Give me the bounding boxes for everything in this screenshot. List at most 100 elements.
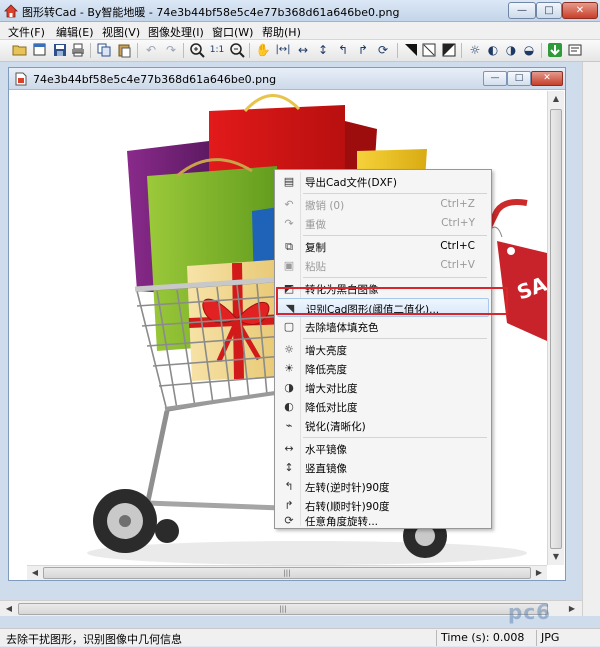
document-title-bar: 74e3b44bf58e5c4e77b368d61a646be0.png — □… <box>9 68 565 90</box>
contrast-up-icon: ◑ <box>284 381 294 394</box>
mirror-vertical-icon: ↕ <box>284 461 294 474</box>
open-folder-icon[interactable] <box>12 42 28 58</box>
copy-icon[interactable] <box>96 42 112 58</box>
menu-bar: 文件(F) 编辑(E) 视图(V) 图像处理(I) 窗口(W) 帮助(H) <box>0 22 600 40</box>
document-title: 74e3b44bf58e5c4e77b368d61a646be0.png <box>33 73 277 86</box>
mirror-horizontal-icon[interactable]: ↔ <box>295 42 311 58</box>
rotate-right-icon: ↱ <box>284 499 294 512</box>
brightness-up-icon[interactable]: ☼ <box>467 42 483 58</box>
contrast-icon[interactable]: ◑ <box>503 42 519 58</box>
menu-image-processing[interactable]: 图像处理(I) <box>148 24 204 40</box>
menu-brightness-down[interactable]: ☀ 降低亮度 <box>277 359 489 378</box>
rotate-left-icon[interactable]: ↰ <box>335 42 351 58</box>
minimize-button[interactable]: — <box>508 2 536 19</box>
scroll-left-arrow-icon[interactable]: ◀ <box>27 566 43 580</box>
menu-undo[interactable]: ↶ 撤销 (0) Ctrl+Z <box>277 195 489 214</box>
workspace-scroll-thumb[interactable]: ||| <box>18 603 548 615</box>
menu-rotate-left[interactable]: ↰ 左转(逆时针)90度 <box>277 477 489 496</box>
workspace-scroll-right-icon[interactable]: ▶ <box>564 602 580 616</box>
workspace-vertical-scrollbar[interactable] <box>582 62 600 616</box>
horizontal-scroll-thumb[interactable]: ||| <box>43 567 531 579</box>
rotate-left-icon: ↰ <box>284 480 294 493</box>
document-maximize-button[interactable]: □ <box>507 71 531 86</box>
black-white-icon[interactable] <box>441 42 457 58</box>
menu-convert-black-white[interactable]: ◩ 转化为黑白图像 <box>277 279 489 298</box>
redo-icon[interactable]: ↷ <box>163 42 179 58</box>
brightness-down-icon[interactable]: ◐ <box>485 42 501 58</box>
scroll-up-arrow-icon[interactable]: ▲ <box>548 91 564 107</box>
new-window-icon[interactable] <box>32 42 48 58</box>
paste-icon[interactable] <box>116 42 132 58</box>
print-icon[interactable] <box>70 42 86 58</box>
scroll-down-arrow-icon[interactable]: ▼ <box>548 549 564 565</box>
status-bar: 去除干扰图形，识别图像中几何信息 Time (s): 0.008 JPG <box>0 628 600 646</box>
threshold-icon[interactable] <box>403 42 419 58</box>
redo-icon: ↷ <box>284 217 294 230</box>
document-vertical-scrollbar[interactable]: ▲ ▼ <box>547 91 564 565</box>
scroll-right-arrow-icon[interactable]: ▶ <box>531 566 547 580</box>
menu-redo[interactable]: ↷ 重做 Ctrl+Y <box>277 214 489 233</box>
menu-recognize-cad[interactable]: ◥ 识别Cad图形(阈值二值化)... <box>277 298 489 317</box>
close-button[interactable]: ✕ <box>562 2 598 19</box>
undo-icon[interactable]: ↶ <box>143 42 159 58</box>
menu-contrast-up[interactable]: ◑ 增大对比度 <box>277 378 489 397</box>
remove-fill-icon: ▢ <box>283 320 295 333</box>
window-title: 图形转Cad - By智能地暖 - 74e3b44bf58e5c4e77b368… <box>22 6 400 19</box>
actual-size-icon[interactable]: 1:1 <box>209 42 225 58</box>
rotate-free-icon[interactable]: ⟳ <box>375 42 391 58</box>
menu-file[interactable]: 文件(F) <box>8 24 45 40</box>
copy-icon: ⧉ <box>285 240 293 253</box>
vertical-scroll-thumb[interactable] <box>550 109 562 549</box>
toolbar: ↶ ↷ 1:1 ✋ |↔| ↔ ↕ ↰ ↱ ⟳ ☼ ◐ ◑ ◒ <box>0 40 600 62</box>
menu-copy[interactable]: ⧉ 复制 Ctrl+C <box>277 237 489 256</box>
save-icon[interactable] <box>52 42 68 58</box>
menu-mirror-horizontal[interactable]: ↔ 水平镜像 <box>277 439 489 458</box>
menu-rotate-free[interactable]: ⟳ 任意角度旋转... <box>277 513 489 528</box>
app-logo-icon <box>4 4 18 18</box>
undo-icon: ↶ <box>284 198 294 211</box>
rotate-right-icon[interactable]: ↱ <box>355 42 371 58</box>
workspace-horizontal-scrollbar[interactable]: ◀ ||| ▶ <box>0 600 582 616</box>
mirror-vertical-icon[interactable]: ↕ <box>315 42 331 58</box>
menu-sharpen[interactable]: ⌁ 锐化(清晰化) <box>277 416 489 435</box>
site-watermark-logo: pc6 <box>508 600 552 624</box>
menu-brightness-up[interactable]: ☼ 增大亮度 <box>277 340 489 359</box>
window-title-bar: 图形转Cad - By智能地暖 - 74e3b44bf58e5c4e77b368… <box>0 0 600 22</box>
threshold-icon: ◥ <box>285 302 295 315</box>
maximize-button[interactable]: □ <box>536 2 562 19</box>
menu-window[interactable]: 窗口(W) <box>212 24 253 40</box>
mirror-horizontal-icon: ↔ <box>284 442 294 455</box>
remove-fill-icon[interactable] <box>421 42 437 58</box>
brightness-up-icon: ☼ <box>284 343 294 356</box>
export-icon[interactable] <box>547 42 563 58</box>
document-close-button[interactable]: ✕ <box>531 71 563 86</box>
workspace-scroll-left-icon[interactable]: ◀ <box>1 602 17 616</box>
menu-help[interactable]: 帮助(H) <box>262 24 301 40</box>
rotate-free-icon: ⟳ <box>284 514 294 527</box>
menu-remove-wall-fill[interactable]: ▢ 去除墙体填充色 <box>277 317 489 336</box>
menu-view[interactable]: 视图(V) <box>102 24 140 40</box>
pan-hand-icon[interactable]: ✋ <box>255 42 271 58</box>
black-white-icon: ◩ <box>283 282 295 295</box>
cart-wheel-left <box>93 489 157 553</box>
fit-width-icon[interactable]: |↔| <box>275 42 291 58</box>
menu-paste[interactable]: ▣ 粘贴 Ctrl+V <box>277 256 489 275</box>
menu-mirror-vertical[interactable]: ↕ 竖直镜像 <box>277 458 489 477</box>
zoom-out-icon[interactable] <box>229 42 245 58</box>
status-time: Time (s): 0.008 <box>436 630 534 646</box>
brightness-down-icon: ☀ <box>284 362 294 375</box>
menu-export-dxf[interactable]: ▤ 导出Cad文件(DXF) <box>277 172 489 191</box>
export-dxf-icon: ▤ <box>283 175 295 188</box>
menu-contrast-down[interactable]: ◐ 降低对比度 <box>277 397 489 416</box>
settings-icon[interactable] <box>567 42 583 58</box>
menu-edit[interactable]: 编辑(E) <box>56 24 94 40</box>
status-format: JPG <box>536 630 576 646</box>
sharpen-icon: ⌁ <box>285 419 293 432</box>
zoom-in-icon[interactable] <box>189 42 205 58</box>
document-horizontal-scrollbar[interactable]: ◀ ||| ▶ <box>27 565 547 580</box>
document-minimize-button[interactable]: — <box>483 71 507 86</box>
contrast-down-icon[interactable]: ◒ <box>521 42 537 58</box>
status-message: 去除干扰图形，识别图像中几何信息 <box>6 633 182 646</box>
paste-icon: ▣ <box>283 259 295 272</box>
document-icon <box>15 72 27 86</box>
